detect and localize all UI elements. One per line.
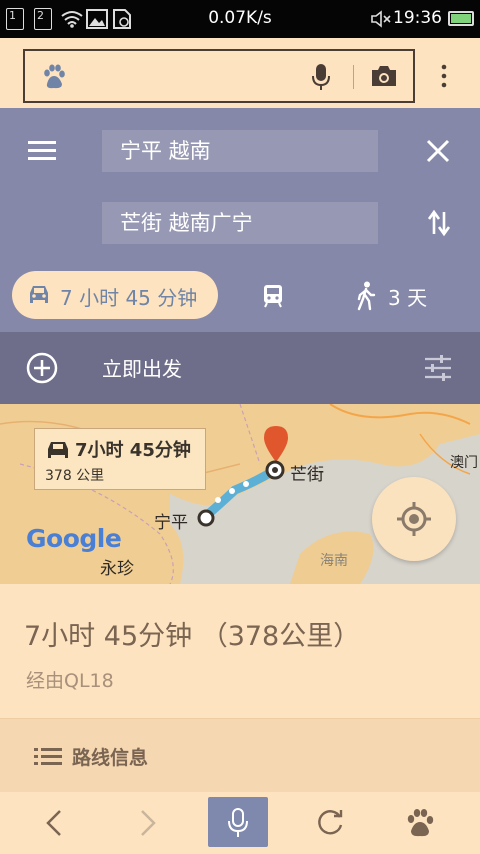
microphone-icon xyxy=(228,808,248,837)
callout-distance: 378 公里 xyxy=(45,468,105,484)
callout-time: 7小时 45分钟 xyxy=(75,440,191,461)
route-info-label: 路线信息 xyxy=(72,747,149,769)
route-duration-distance: 7小时 45分钟 （378公里） xyxy=(24,621,361,652)
hamburger-menu-icon[interactable] xyxy=(28,140,56,162)
depart-bar: 立即出发 xyxy=(0,332,480,404)
map-label-end: 芒街 xyxy=(290,465,324,485)
drive-mode-tab[interactable]: 7 小时 45 分钟 xyxy=(12,271,218,319)
transit-mode-icon[interactable] xyxy=(262,283,284,309)
search-divider xyxy=(353,65,354,89)
forward-icon[interactable] xyxy=(138,809,158,837)
start-point-marker xyxy=(197,509,215,527)
status-time: 19:36 xyxy=(393,8,442,28)
map-route-callout[interactable]: 7小时 45分钟 378 公里 xyxy=(34,428,206,490)
depart-now-button[interactable]: 立即出发 xyxy=(102,353,182,382)
list-icon xyxy=(34,748,62,765)
swap-icon[interactable] xyxy=(428,208,450,238)
route-options-icon[interactable] xyxy=(424,354,452,382)
my-location-button[interactable] xyxy=(372,477,456,561)
walk-mode-icon[interactable] xyxy=(356,281,376,311)
map-label-other-3: 澳门 xyxy=(450,455,478,471)
refresh-icon[interactable] xyxy=(316,809,344,837)
voice-search-icon[interactable] xyxy=(311,63,331,91)
route-info-button[interactable]: 路线信息 xyxy=(0,718,480,792)
browser-search-box[interactable] xyxy=(23,49,415,103)
mute-icon xyxy=(371,10,391,28)
map-label-start: 宁平 xyxy=(154,513,188,533)
close-icon[interactable] xyxy=(426,139,450,163)
baidu-home-icon[interactable] xyxy=(405,808,435,838)
back-icon[interactable] xyxy=(44,809,64,837)
destination-field[interactable]: 芒街 越南广宁 xyxy=(102,202,378,244)
baidu-paw-icon xyxy=(44,64,65,89)
map-view[interactable]: 7小时 45分钟 378 公里 芒街 宁平 永珍 海南 澳门 Google xyxy=(0,404,480,584)
car-icon xyxy=(30,286,48,303)
map-label-other-1: 永珍 xyxy=(100,559,134,579)
add-stop-icon[interactable] xyxy=(26,352,58,384)
voice-button[interactable] xyxy=(208,797,268,847)
map-label-other-2: 海南 xyxy=(320,553,348,569)
route-header: 宁平 越南 芒街 越南广宁 7 小时 45 分钟 3 天 xyxy=(0,108,480,332)
end-point-marker xyxy=(265,460,285,480)
drive-mode-label: 7 小时 45 分钟 xyxy=(60,286,198,310)
route-summary[interactable]: 7小时 45分钟 （378公里） 经由QL18 xyxy=(0,584,480,718)
google-logo: Google xyxy=(26,524,122,553)
status-bar: 1 2 0.07K/s 19:36 xyxy=(0,0,480,38)
crosshair-icon xyxy=(397,502,431,536)
origin-field[interactable]: 宁平 越南 xyxy=(102,130,378,172)
route-via: 经由QL18 xyxy=(26,670,114,692)
destination-pin-icon[interactable] xyxy=(262,424,290,464)
callout-car-icon xyxy=(48,442,68,458)
browser-toolbar xyxy=(0,38,480,108)
walk-mode-label[interactable]: 3 天 xyxy=(388,282,427,311)
browser-bottom-nav xyxy=(0,792,480,854)
more-menu-icon[interactable] xyxy=(440,64,448,88)
battery-icon xyxy=(448,11,474,26)
camera-icon[interactable] xyxy=(370,64,398,88)
google-logo-text: Google xyxy=(26,524,122,553)
